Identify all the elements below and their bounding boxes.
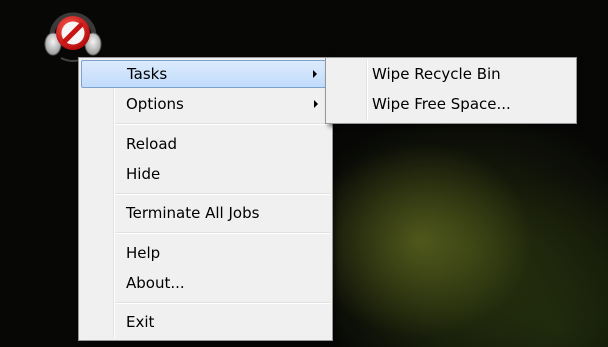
menu-item-wipe-free-space[interactable]: Wipe Free Space... [328, 90, 574, 118]
menu-item-label: Help [126, 244, 161, 262]
menu-item-label: About... [126, 274, 185, 292]
context-menu: Tasks Options Reload Hide Terminate All … [78, 57, 333, 341]
menu-item-label: Wipe Free Space... [372, 95, 511, 113]
menu-separator [115, 123, 330, 125]
tray-app-icon[interactable] [44, 6, 102, 64]
menu-separator [115, 193, 330, 195]
submenu-arrow-icon [313, 70, 317, 78]
menu-item-label: Exit [126, 313, 155, 331]
menu-item-label: Tasks [127, 65, 168, 83]
menu-item-terminate-all-jobs[interactable]: Terminate All Jobs [81, 199, 330, 227]
menu-item-label: Terminate All Jobs [126, 204, 260, 222]
menu-item-help[interactable]: Help [81, 239, 330, 267]
menu-item-wipe-recycle-bin[interactable]: Wipe Recycle Bin [328, 60, 574, 88]
menu-separator [115, 302, 330, 304]
menu-item-label: Options [126, 95, 184, 113]
no-entry-headset-icon [44, 12, 102, 62]
menu-item-options[interactable]: Options [81, 90, 330, 118]
menu-item-exit[interactable]: Exit [81, 308, 330, 336]
menu-item-hide[interactable]: Hide [81, 160, 330, 188]
menu-item-label: Hide [126, 165, 161, 183]
menu-item-tasks[interactable]: Tasks [81, 60, 330, 88]
menu-separator [115, 232, 330, 234]
menu-item-about[interactable]: About... [81, 269, 330, 297]
menu-item-label: Wipe Recycle Bin [372, 65, 501, 83]
menu-item-label: Reload [126, 135, 178, 153]
submenu-arrow-icon [314, 100, 318, 108]
tasks-submenu: Wipe Recycle Bin Wipe Free Space... [325, 57, 577, 124]
menu-item-reload[interactable]: Reload [81, 130, 330, 158]
